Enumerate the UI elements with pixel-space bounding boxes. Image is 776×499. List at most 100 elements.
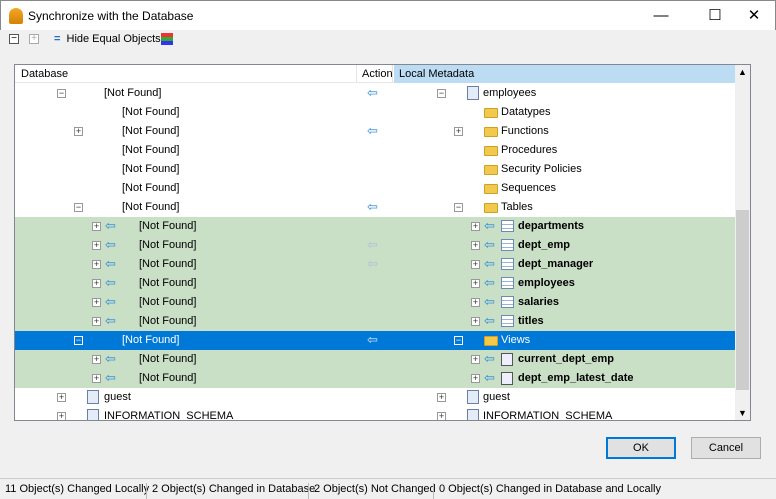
- table-icon: [501, 296, 514, 308]
- db-expander[interactable]: +: [92, 374, 101, 383]
- local-object-name: employees: [518, 277, 575, 289]
- local-expander[interactable]: −: [454, 336, 463, 345]
- color-palette-icon[interactable]: [161, 33, 173, 45]
- ok-button[interactable]: OK: [606, 437, 676, 459]
- db-object-name: guest: [104, 391, 131, 403]
- vertical-scrollbar[interactable]: ▲ ▼: [735, 65, 750, 420]
- tree-row[interactable]: + ⇦ [Not Found] + ⇦ departments: [15, 217, 736, 236]
- db-expander[interactable]: +: [57, 412, 66, 420]
- action-arrow-icon[interactable]: ⇦: [367, 86, 378, 99]
- table-icon: [501, 315, 514, 327]
- action-arrow-icon[interactable]: ⇦: [367, 257, 378, 270]
- db-expander[interactable]: +: [92, 279, 101, 288]
- arrow-left-icon: ⇦: [484, 237, 495, 252]
- hide-equal-objects-button[interactable]: = Hide Equal Objects: [54, 33, 161, 47]
- app-icon: [9, 8, 23, 24]
- local-expander[interactable]: +: [454, 127, 463, 136]
- column-local-metadata[interactable]: Local Metadata: [399, 68, 474, 80]
- db-expander[interactable]: +: [57, 393, 66, 402]
- db-expander[interactable]: −: [74, 203, 83, 212]
- action-arrow-icon[interactable]: ⇦: [367, 200, 378, 213]
- db-expander[interactable]: +: [92, 241, 101, 250]
- local-object-name: Procedures: [501, 144, 558, 156]
- db-expander[interactable]: +: [92, 260, 101, 269]
- tree-row[interactable]: + ⇦ [Not Found] + ⇦ current_dept_emp: [15, 350, 736, 369]
- tree-row[interactable]: [Not Found] Sequences: [15, 179, 736, 198]
- tree-row[interactable]: + ⇦ [Not Found] + ⇦ salaries: [15, 293, 736, 312]
- folder-icon: [484, 108, 498, 118]
- status-not-changed: 2 Object(s) Not Changed: [308, 483, 436, 499]
- local-object-name: Tables: [501, 201, 533, 213]
- db-expander[interactable]: +: [74, 127, 83, 136]
- tree-row[interactable]: − [Not Found] ⇦ − Tables: [15, 198, 736, 217]
- local-expander[interactable]: +: [437, 393, 446, 402]
- db-object-name: [Not Found]: [122, 334, 180, 346]
- db-expander[interactable]: −: [74, 336, 83, 345]
- db-object-name: [Not Found]: [139, 296, 197, 308]
- view-icon: [501, 372, 513, 385]
- local-expander[interactable]: +: [471, 298, 480, 307]
- toolbar: − + = Hide Equal Objects: [0, 30, 776, 50]
- arrow-left-icon: ⇦: [484, 256, 495, 271]
- schema-icon: [467, 409, 479, 420]
- db-object-name: [Not Found]: [122, 163, 180, 175]
- local-expander[interactable]: +: [471, 355, 480, 364]
- table-icon: [501, 277, 514, 289]
- db-object-name: [Not Found]: [139, 353, 197, 365]
- action-arrow-icon[interactable]: ⇦: [367, 333, 378, 346]
- tree-row[interactable]: + ⇦ [Not Found] + ⇦ employees: [15, 274, 736, 293]
- scroll-thumb[interactable]: [736, 210, 749, 390]
- comparison-tree[interactable]: Database Action Local Metadata − [Not Fou…: [14, 64, 751, 421]
- db-expander[interactable]: −: [57, 89, 66, 98]
- cancel-button[interactable]: Cancel: [691, 437, 761, 459]
- view-icon: [501, 353, 513, 366]
- window-title: Synchronize with the Database: [28, 9, 194, 23]
- local-expander[interactable]: +: [471, 279, 480, 288]
- local-expander[interactable]: +: [471, 260, 480, 269]
- local-object-name: guest: [483, 391, 510, 403]
- local-expander[interactable]: +: [471, 241, 480, 250]
- local-object-name: current_dept_emp: [518, 353, 614, 365]
- local-expander[interactable]: +: [471, 374, 480, 383]
- action-arrow-icon[interactable]: ⇦: [367, 238, 378, 251]
- tree-row[interactable]: [Not Found] Security Policies: [15, 160, 736, 179]
- hide-equal-label: Hide Equal Objects: [66, 33, 161, 45]
- collapse-all-button[interactable]: −: [9, 34, 19, 44]
- action-arrow-icon[interactable]: ⇦: [367, 124, 378, 137]
- column-action[interactable]: Action: [362, 68, 393, 80]
- scroll-up-icon[interactable]: ▲: [735, 65, 750, 79]
- db-expander[interactable]: +: [92, 317, 101, 326]
- tree-row[interactable]: + ⇦ [Not Found] ⇦ + ⇦ dept_emp: [15, 236, 736, 255]
- tree-row[interactable]: − [Not Found] ⇦ − employees: [15, 84, 736, 103]
- equal-icon: =: [54, 33, 61, 45]
- local-expander[interactable]: +: [437, 412, 446, 420]
- local-object-name: INFORMATION_SCHEMA: [483, 410, 613, 421]
- db-expander[interactable]: +: [92, 298, 101, 307]
- local-expander[interactable]: −: [454, 203, 463, 212]
- local-object-name: dept_emp: [518, 239, 570, 251]
- tree-row[interactable]: + ⇦ [Not Found] + ⇦ titles: [15, 312, 736, 331]
- scroll-down-icon[interactable]: ▼: [735, 406, 750, 420]
- db-expander[interactable]: +: [92, 222, 101, 231]
- local-expander[interactable]: −: [437, 89, 446, 98]
- tree-row[interactable]: + guest + guest: [15, 388, 736, 407]
- tree-row[interactable]: + ⇦ [Not Found] + ⇦ dept_emp_latest_date: [15, 369, 736, 388]
- tree-row[interactable]: [Not Found] Datatypes: [15, 103, 736, 122]
- arrow-left-icon: ⇦: [105, 370, 116, 385]
- tree-row[interactable]: + [Not Found] ⇦ + Functions: [15, 122, 736, 141]
- local-expander[interactable]: +: [471, 317, 480, 326]
- column-database[interactable]: Database: [21, 68, 68, 80]
- close-button[interactable]: ✕: [731, 1, 776, 31]
- expand-all-button[interactable]: +: [29, 34, 39, 44]
- local-expander[interactable]: +: [471, 222, 480, 231]
- schema-icon: [467, 86, 479, 100]
- minimize-button[interactable]: —: [638, 1, 684, 31]
- tree-row[interactable]: + ⇦ [Not Found] ⇦ + ⇦ dept_manager: [15, 255, 736, 274]
- db-object-name: [Not Found]: [104, 87, 162, 99]
- db-object-name: [Not Found]: [122, 125, 180, 137]
- tree-row[interactable]: + INFORMATION_SCHEMA + INFORMATION_SCHEMA: [15, 407, 736, 421]
- tree-row[interactable]: [Not Found] Procedures: [15, 141, 736, 160]
- db-expander[interactable]: +: [92, 355, 101, 364]
- folder-icon: [484, 146, 498, 156]
- tree-row[interactable]: − [Not Found] ⇦ − Views: [15, 331, 736, 350]
